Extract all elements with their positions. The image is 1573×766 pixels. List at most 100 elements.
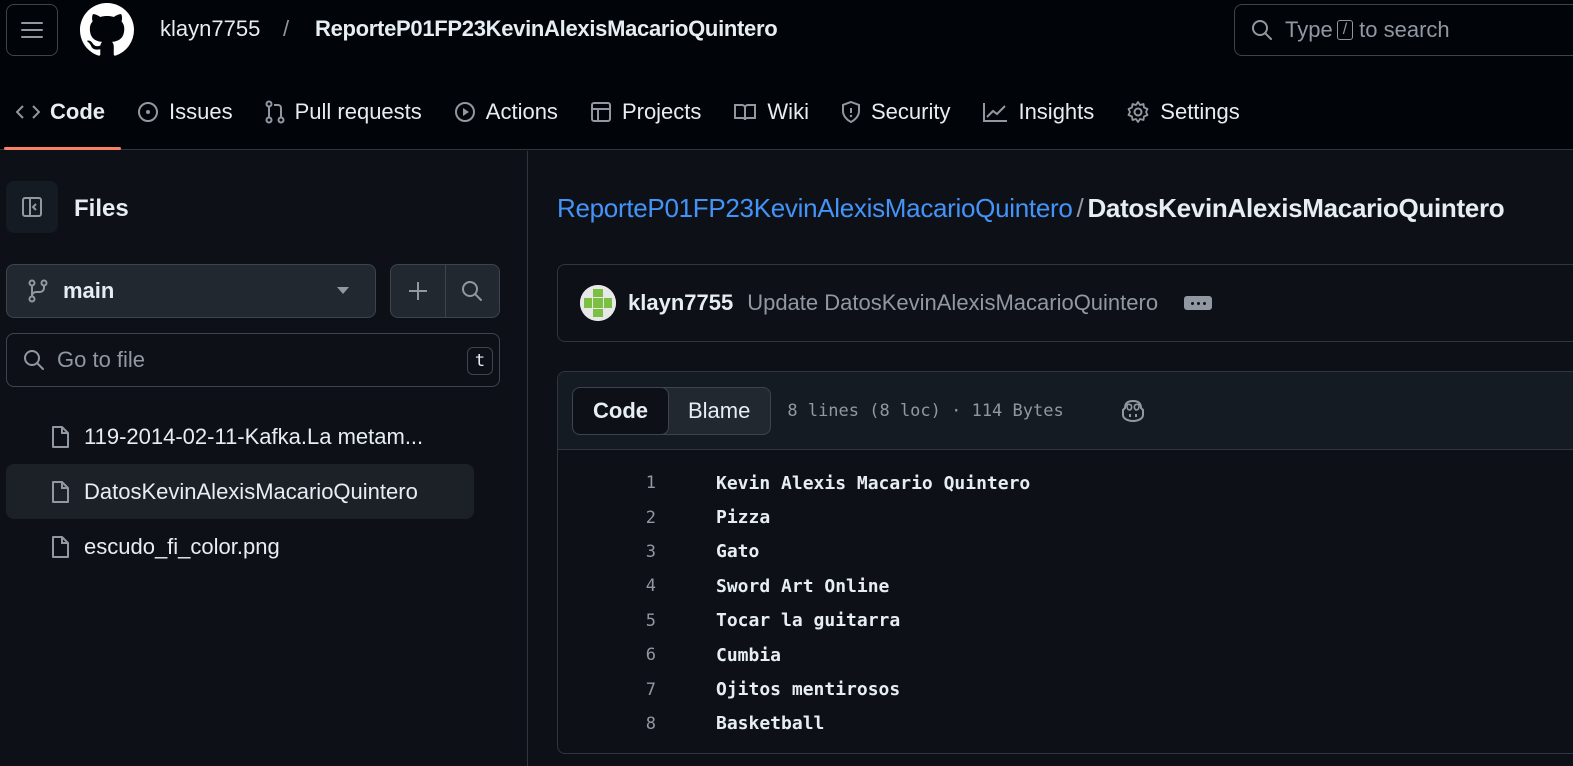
line-number[interactable]: 4 [558, 576, 656, 596]
repo-nav: Code Issues Pull requests Actions Projec… [0, 84, 1256, 150]
file-meta: 8 lines (8 loc) · 114 Bytes [787, 400, 1064, 421]
line-text: Tocar la guitarra [716, 610, 901, 632]
issue-opened-icon [138, 102, 158, 122]
gear-icon [1127, 101, 1149, 123]
line-text: Basketball [716, 713, 825, 735]
code-viewer: Code Blame 8 lines (8 loc) · 114 Bytes 1… [557, 371, 1573, 754]
latest-commit: klayn7755 Update DatosKevinAlexisMacario… [557, 264, 1573, 342]
path-repo-link[interactable]: ReporteP01FP23KevinAlexisMacarioQuintero [557, 193, 1073, 223]
tab-settings[interactable]: Settings [1110, 84, 1256, 140]
code-viewer-header: Code Blame 8 lines (8 loc) · 114 Bytes [558, 372, 1573, 450]
tab-actions[interactable]: Actions [438, 84, 574, 140]
line-number[interactable]: 8 [558, 714, 656, 734]
file-tree-sidebar: Files main Go to file t 119-2014-02-11-K… [0, 151, 528, 766]
go-to-file-input[interactable]: Go to file t [6, 333, 500, 387]
file-item[interactable]: 119-2014-02-11-Kafka.La metam... [6, 409, 474, 464]
code-icon [16, 105, 40, 119]
search-files-button[interactable] [444, 265, 499, 317]
file-icon [52, 480, 69, 503]
file-actions-group [390, 264, 500, 318]
tab-security-label: Security [870, 99, 951, 124]
sidebar-collapse-icon [22, 197, 42, 217]
file-icon [52, 425, 69, 448]
line-number[interactable]: 2 [558, 508, 656, 528]
tab-projects-label: Projects [621, 99, 702, 124]
search-icon [462, 281, 483, 301]
line-text: Sword Art Online [716, 575, 890, 597]
line-number[interactable]: 5 [558, 611, 656, 631]
file-name: DatosKevinAlexisMacarioQuintero [84, 478, 418, 504]
git-pull-request-icon [265, 100, 285, 124]
code-line: 6 Cumbia [558, 638, 1573, 672]
top-header: klayn7755 / ReporteP01FP23KevinAlexisMac… [0, 0, 1573, 150]
repo-link[interactable]: ReporteP01FP23KevinAlexisMacarioQuintero [315, 16, 778, 42]
files-title: Files [74, 195, 129, 222]
line-number[interactable]: 6 [558, 645, 656, 665]
code-line: 2 Pizza [558, 500, 1573, 534]
collapse-sidebar-button[interactable] [6, 181, 58, 233]
code-line: 3 Gato [558, 535, 1573, 569]
tab-code[interactable]: Code [0, 84, 121, 150]
code-view-tab[interactable]: Code [573, 387, 669, 434]
branch-selector[interactable]: main [6, 264, 376, 318]
tab-security[interactable]: Security [825, 84, 966, 140]
plus-icon [408, 282, 427, 300]
play-icon [454, 102, 475, 122]
file-name: escudo_fi_color.png [84, 533, 280, 559]
code-line: 8 Basketball [558, 707, 1573, 741]
line-text: Pizza [716, 507, 771, 529]
breadcrumb-separator: / [283, 16, 290, 41]
commit-details-ellipsis-icon[interactable] [1184, 296, 1213, 310]
line-text: Cumbia [716, 644, 782, 666]
file-view: ReporteP01FP23KevinAlexisMacarioQuintero… [529, 151, 1573, 766]
tab-insights-label: Insights [1018, 99, 1095, 124]
file-item-selected[interactable]: DatosKevinAlexisMacarioQuintero [6, 464, 474, 519]
book-icon [734, 104, 757, 121]
line-number[interactable]: 7 [558, 680, 656, 700]
file-path-breadcrumb: ReporteP01FP23KevinAlexisMacarioQuintero… [557, 193, 1505, 224]
tab-settings-label: Settings [1160, 99, 1240, 124]
menu-button[interactable] [6, 4, 58, 56]
copilot-icon[interactable] [1120, 399, 1146, 423]
search-placeholder-end: to search [1359, 17, 1450, 42]
search-icon [1252, 20, 1272, 40]
line-number[interactable]: 3 [558, 542, 656, 562]
tab-issues-label: Issues [169, 99, 233, 124]
line-number[interactable]: 1 [558, 473, 656, 493]
path-separator: / [1076, 193, 1084, 223]
search-input[interactable]: Type / to search [1234, 4, 1573, 56]
add-file-button[interactable] [391, 265, 445, 317]
branch-name: main [63, 278, 115, 303]
tab-pull-requests[interactable]: Pull requests [249, 84, 438, 140]
tab-wiki[interactable]: Wiki [717, 84, 825, 140]
github-logo-icon[interactable] [80, 3, 134, 57]
code-line: 7 Ojitos mentirosos [558, 672, 1573, 706]
code-line: 5 Tocar la guitarra [558, 604, 1573, 638]
owner-link[interactable]: klayn7755 [160, 16, 260, 42]
avatar-identicon-icon [580, 285, 616, 321]
blame-view-tab[interactable]: Blame [668, 388, 770, 434]
line-text: Kevin Alexis Macario Quintero [716, 472, 1031, 494]
tab-issues[interactable]: Issues [121, 84, 249, 140]
code-line: 4 Sword Art Online [558, 569, 1573, 603]
file-icon [52, 535, 69, 558]
search-shortcut-key: / [1336, 20, 1354, 40]
tab-wiki-label: Wiki [767, 99, 809, 124]
chevron-down-icon [337, 287, 349, 294]
tab-insights[interactable]: Insights [966, 84, 1110, 140]
tab-projects[interactable]: Projects [574, 84, 717, 140]
commit-message[interactable]: Update DatosKevinAlexisMacarioQuintero [747, 290, 1158, 316]
tab-code-label: Code [50, 99, 105, 124]
commit-author[interactable]: klayn7755 [628, 290, 733, 316]
file-list: 119-2014-02-11-Kafka.La metam... DatosKe… [6, 409, 474, 574]
hamburger-icon [21, 22, 43, 38]
file-name: 119-2014-02-11-Kafka.La metam... [84, 423, 424, 449]
tab-actions-label: Actions [485, 99, 558, 124]
go-to-file-placeholder: Go to file [57, 347, 146, 372]
code-line: 1 Kevin Alexis Macario Quintero [558, 466, 1573, 500]
shield-icon [841, 100, 860, 124]
file-item[interactable]: escudo_fi_color.png [6, 519, 474, 574]
avatar[interactable] [580, 285, 616, 321]
code-lines[interactable]: 1 Kevin Alexis Macario Quintero 2 Pizza 3 G… [558, 450, 1573, 741]
search-icon [24, 350, 44, 370]
